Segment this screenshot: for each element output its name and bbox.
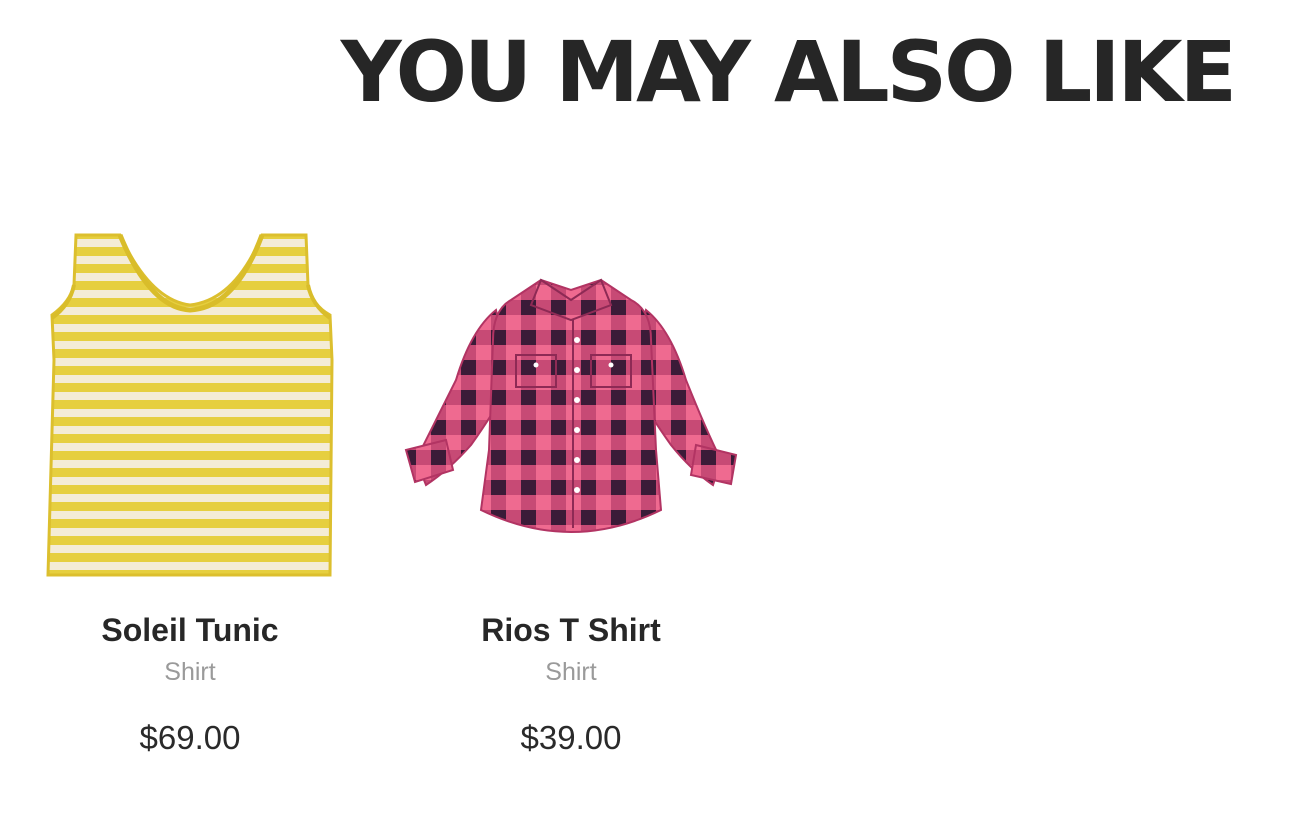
product-image-link[interactable]	[401, 220, 741, 600]
pink-plaid-shirt-image	[404, 278, 738, 534]
product-category: Shirt	[164, 658, 216, 686]
product-price: $39.00	[520, 719, 622, 756]
section-heading: YOU MAY ALSO LIKE	[340, 23, 1237, 121]
product-name[interactable]: Soleil Tunic	[20, 610, 360, 650]
yellow-striped-tank-top-image	[46, 233, 334, 577]
product-category: Shirt	[545, 658, 597, 686]
product-card-soleil-tunic[interactable]: Soleil Tunic Shirt $69.00	[20, 220, 360, 758]
product-card-rios-t-shirt[interactable]: Rios T Shirt Shirt $39.00	[401, 220, 741, 758]
product-price: $69.00	[139, 719, 241, 756]
product-image-link[interactable]	[20, 220, 360, 600]
product-name[interactable]: Rios T Shirt	[401, 610, 741, 650]
